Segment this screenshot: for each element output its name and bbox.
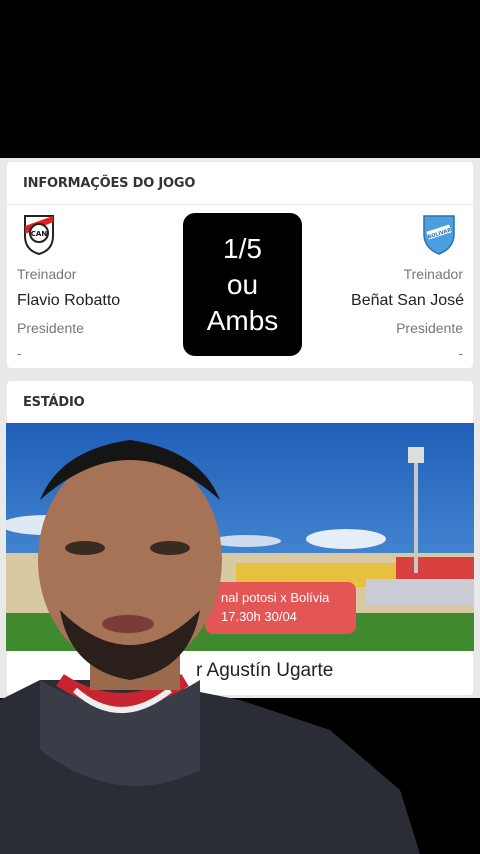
game-info-header: INFORMAÇÕES DO JOGO — [7, 162, 473, 205]
away-coach-name[interactable]: Beñat San José — [351, 292, 464, 310]
home-president-label: Presidente — [17, 320, 84, 336]
overlay-line-2: ou — [226, 269, 259, 300]
home-president-value: - — [17, 346, 22, 361]
stadium-title: ESTÁDIO — [23, 395, 85, 410]
overlay-line-3: Ambs — [206, 305, 279, 336]
away-team-logo[interactable]: BOLIVAR — [421, 212, 457, 256]
home-coach-label: Treinador — [17, 266, 77, 282]
away-coach-label: Treinador — [403, 266, 463, 282]
presenter-video — [0, 440, 420, 854]
svg-text:CAN: CAN — [31, 230, 48, 238]
odds-overlay: 1/5 ou Ambs — [183, 213, 302, 356]
game-info-title: INFORMAÇÕES DO JOGO — [23, 176, 196, 191]
home-team-logo[interactable]: CAN — [21, 212, 57, 256]
stadium-header: ESTÁDIO — [7, 381, 473, 424]
away-crest-icon: BOLIVAR — [423, 215, 455, 255]
away-president-value: - — [458, 346, 463, 361]
home-crest-icon: CAN — [24, 215, 54, 256]
overlay-line-1: 1/5 — [223, 233, 262, 264]
home-coach-name[interactable]: Flavio Robatto — [17, 292, 120, 310]
away-president-label: Presidente — [396, 320, 463, 336]
